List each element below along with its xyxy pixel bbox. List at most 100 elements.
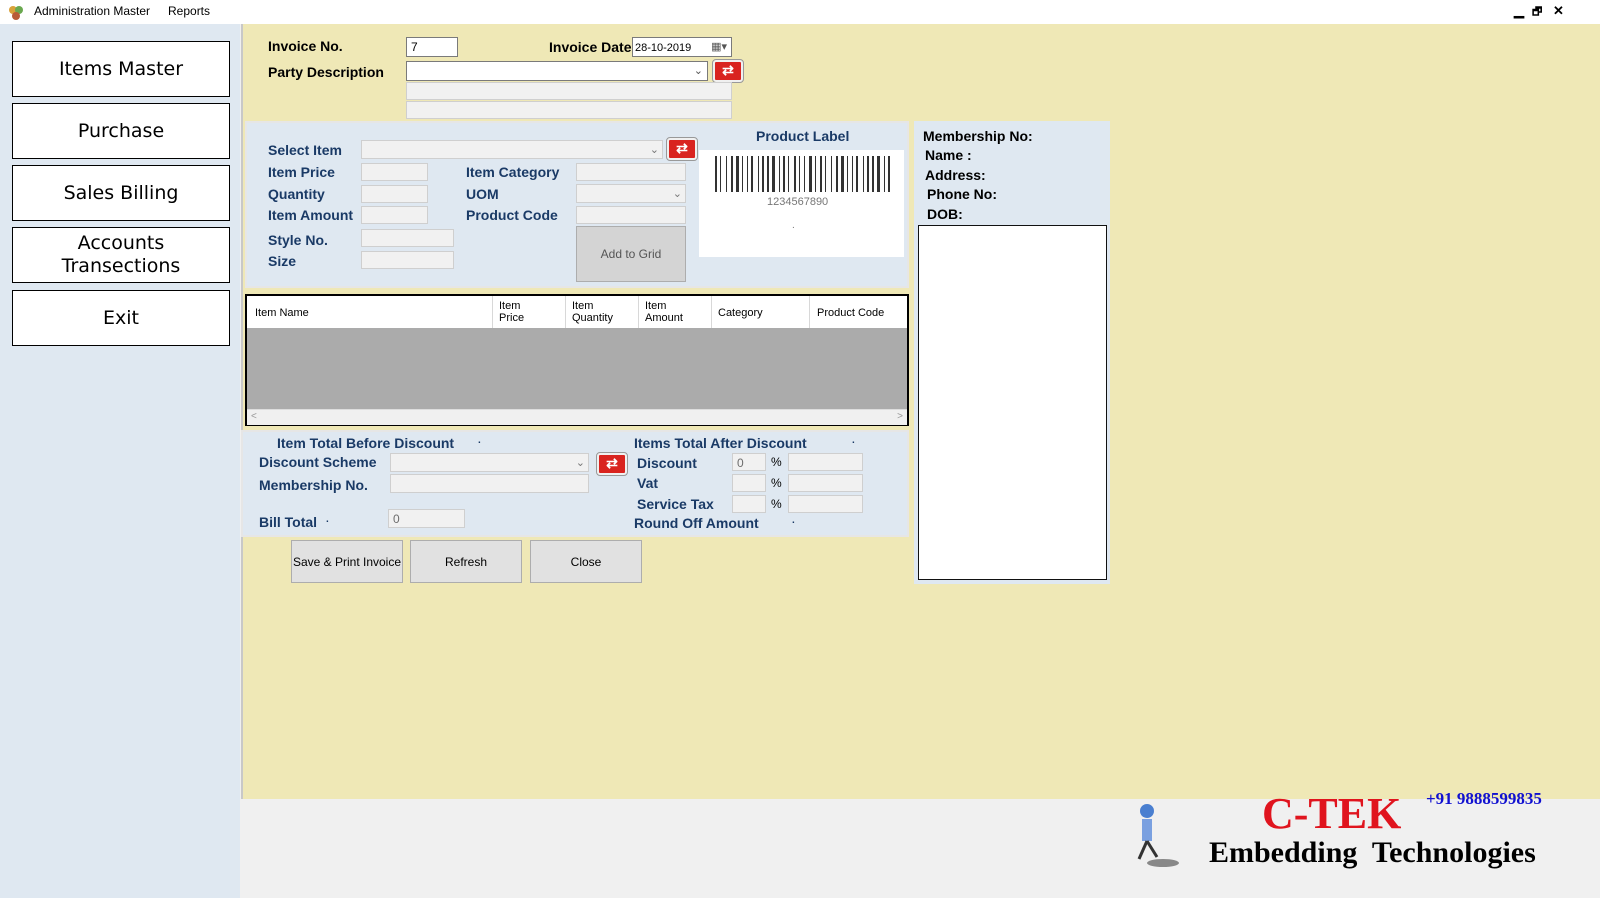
company-name: C-TEK <box>1262 789 1402 838</box>
calendar-icon[interactable]: ▦▾ <box>711 40 727 53</box>
sidebar-items-master-button[interactable]: Items Master <box>12 41 230 97</box>
items-grid[interactable]: Item Name Item Price Item Quantity Item … <box>245 294 909 426</box>
scroll-left-arrow-icon[interactable]: < <box>251 411 257 422</box>
robot-mascot-icon <box>1127 803 1183 874</box>
service-tax-percent-field[interactable] <box>732 495 766 513</box>
product-code-label: Product Code <box>466 207 558 223</box>
uom-label: UOM <box>466 186 499 202</box>
member-dob-label: DOB: <box>927 206 963 222</box>
chevron-down-icon: ⌄ <box>693 65 703 77</box>
invoice-date-picker[interactable]: 28-10-2019 ▦▾ <box>632 37 732 57</box>
sidebar-purchase-button[interactable]: Purchase <box>12 103 230 159</box>
item-total-before-discount-label: Item Total Before Discount <box>277 435 455 451</box>
grid-column-separator <box>809 296 810 328</box>
company-phone: +91 9888599835 <box>1426 789 1542 808</box>
item-price-label: Item Price <box>268 164 335 180</box>
discount-amount-field[interactable] <box>788 453 863 471</box>
party-description-select[interactable]: ⌄ <box>406 61 708 81</box>
discount-percent-sign: % <box>771 455 782 469</box>
service-tax-percent-sign: % <box>771 497 782 511</box>
item-price-field[interactable] <box>361 163 428 181</box>
size-field[interactable] <box>361 251 454 269</box>
product-code-field[interactable] <box>576 206 686 224</box>
member-name-label: Name : <box>925 147 972 163</box>
membership-no-label: Membership No. <box>259 477 368 493</box>
company-tagline: Embedding Technologies <box>1209 836 1536 869</box>
party-description-label: Party Description <box>268 64 384 80</box>
items-total-after-discount-label: Items Total After Discount <box>634 435 807 451</box>
party-detail-line-1 <box>406 82 732 100</box>
style-no-field[interactable] <box>361 229 454 247</box>
round-off-amount-value: . <box>792 515 795 526</box>
restore-button[interactable]: 🗗 <box>1532 3 1542 22</box>
item-category-label: Item Category <box>466 164 560 180</box>
grid-header-item-quantity[interactable]: Item Quantity <box>572 300 613 324</box>
member-membership-no-label: Membership No: <box>923 128 1033 144</box>
vat-label: Vat <box>637 475 659 491</box>
barcode-number: 1234567890 <box>767 196 829 208</box>
style-no-label: Style No. <box>268 232 328 248</box>
item-refresh-arrows-icon[interactable]: ⇄ <box>666 137 698 161</box>
membership-no-field[interactable] <box>390 474 589 493</box>
barcode-label-card: 1234567890 . <box>699 150 904 257</box>
invoice-no-label: Invoice No. <box>268 38 343 54</box>
select-item-label: Select Item <box>268 142 342 158</box>
product-label-title: Product Label <box>756 128 850 144</box>
discount-scheme-label: Discount Scheme <box>259 454 377 470</box>
sidebar-sales-billing-button[interactable]: Sales Billing <box>12 165 230 221</box>
discount-refresh-arrows-icon[interactable]: ⇄ <box>596 452 628 476</box>
item-total-before-discount-value: . <box>478 435 481 446</box>
vat-percent-sign: % <box>771 476 782 490</box>
vat-percent-field[interactable] <box>732 474 766 492</box>
member-photo-box <box>918 225 1107 580</box>
grid-column-separator <box>565 296 566 328</box>
discount-scheme-combo[interactable]: ⌄ <box>390 453 589 472</box>
menu-administration-master[interactable]: Administration Master <box>34 4 150 18</box>
member-phone-label: Phone No: <box>927 186 997 202</box>
party-refresh-arrows-icon[interactable]: ⇄ <box>712 59 744 83</box>
close-button[interactable]: Close <box>530 540 642 583</box>
quantity-field[interactable] <box>361 185 428 203</box>
discount-percent-field[interactable]: 0 <box>732 453 766 471</box>
uom-combo[interactable]: ⌄ <box>576 184 686 203</box>
bill-total-dot: . <box>326 514 329 525</box>
grid-header-product-code[interactable]: Product Code <box>817 307 884 319</box>
service-tax-label: Service Tax <box>637 496 714 512</box>
chevron-down-icon: ⌄ <box>649 144 659 156</box>
discount-label: Discount <box>637 455 697 471</box>
service-tax-amount-field[interactable] <box>788 495 863 513</box>
party-detail-line-2 <box>406 101 732 119</box>
grid-header-category[interactable]: Category <box>718 307 763 319</box>
grid-horizontal-scrollbar[interactable]: < > <box>247 409 907 425</box>
item-category-field[interactable] <box>576 163 686 181</box>
minimize-button[interactable]: ▁ <box>1514 3 1524 19</box>
sidebar-exit-button[interactable]: Exit <box>12 290 230 346</box>
grid-column-separator <box>711 296 712 328</box>
item-amount-field[interactable] <box>361 206 428 224</box>
menu-reports[interactable]: Reports <box>168 4 210 18</box>
grid-column-separator <box>638 296 639 328</box>
bill-total-label: Bill Total <box>259 514 318 530</box>
bill-total-field[interactable]: 0 <box>388 509 465 528</box>
member-address-label: Address: <box>925 167 986 183</box>
sidebar-accounts-transections-button[interactable]: Accounts Transections <box>12 227 230 283</box>
grid-header-item-amount[interactable]: Item Amount <box>645 300 683 324</box>
barcode-icon <box>715 156 890 192</box>
save-print-invoice-button[interactable]: Save & Print Invoice <box>291 540 403 583</box>
scroll-right-arrow-icon[interactable]: > <box>897 411 903 422</box>
add-to-grid-button[interactable]: Add to Grid <box>576 226 686 282</box>
grid-header-item-name[interactable]: Item Name <box>255 307 309 319</box>
select-item-combo[interactable]: ⌄ <box>361 140 663 159</box>
grid-body[interactable] <box>247 328 907 409</box>
size-label: Size <box>268 253 297 269</box>
barcode-dot: . <box>792 220 795 231</box>
vat-amount-field[interactable] <box>788 474 863 492</box>
close-window-button[interactable]: ✕ <box>1553 3 1564 19</box>
invoice-no-field[interactable]: 7 <box>406 37 458 57</box>
item-amount-label: Item Amount <box>268 207 354 223</box>
refresh-button[interactable]: Refresh <box>410 540 522 583</box>
sidebar: Items Master Purchase Sales Billing Acco… <box>0 24 240 898</box>
grid-header-item-price[interactable]: Item Price <box>499 300 524 324</box>
quantity-label: Quantity <box>268 186 325 202</box>
round-off-amount-label: Round Off Amount <box>634 515 759 531</box>
